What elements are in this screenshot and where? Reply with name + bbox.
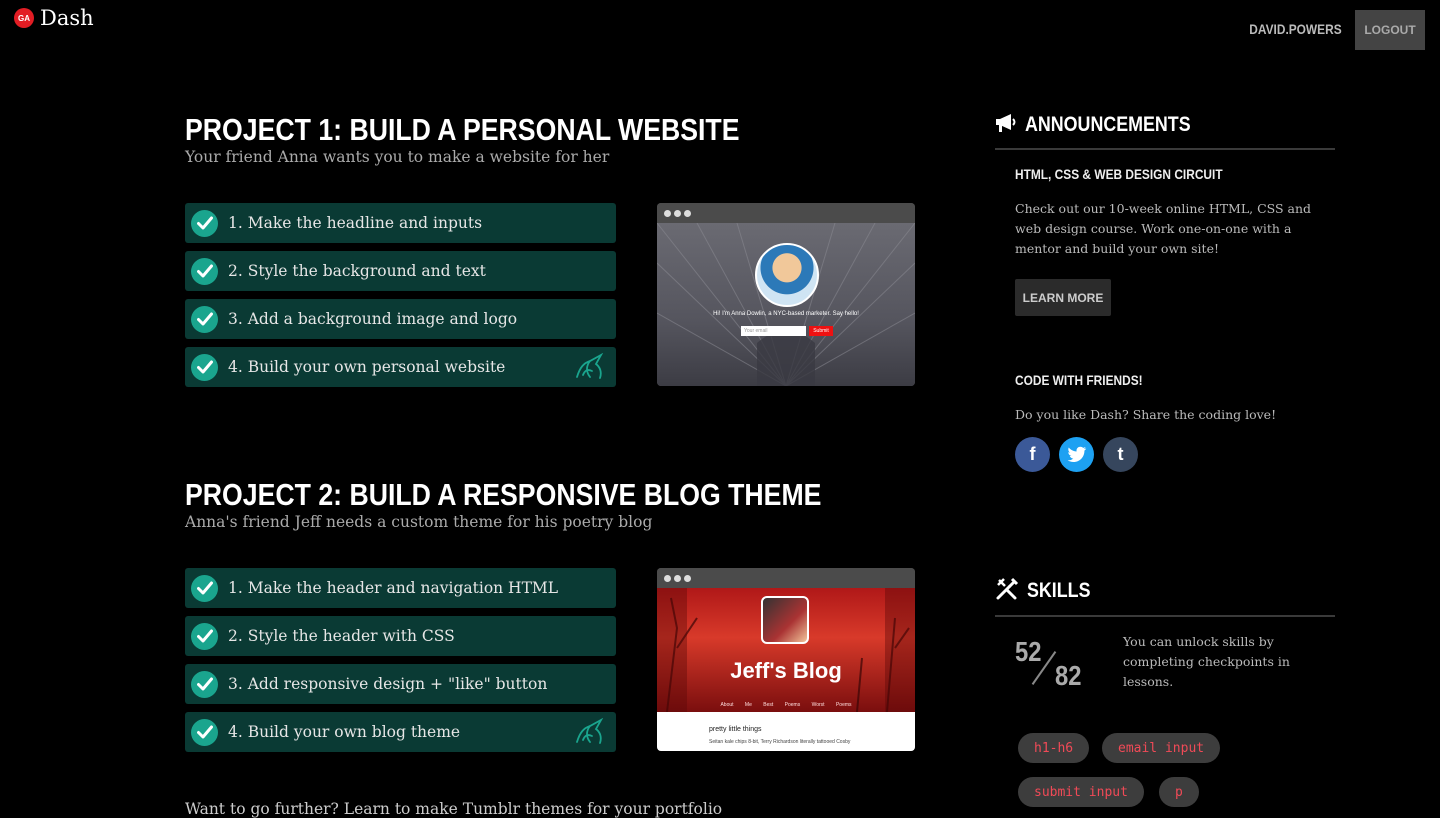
check-icon	[191, 574, 218, 602]
blog-hero: Jeff's Blog About Me Best Poems Worst Po…	[657, 588, 915, 712]
check-icon	[191, 353, 218, 381]
skills-panel: SKILLS 52 82 You can unlock skills by co…	[995, 576, 1335, 813]
step-item[interactable]: 3. Add responsive design + "like" button	[185, 664, 616, 704]
blog-nav-item: Worst Poems	[811, 702, 852, 708]
window-dot-icon	[684, 209, 691, 217]
more-projects-link[interactable]: Want to go further? Learn to make Tumblr…	[185, 800, 722, 818]
step-label: 1. Make the headline and inputs	[228, 214, 483, 232]
preview-form: Your email Submit	[741, 326, 833, 336]
skills-counter: 52 82	[1015, 636, 1105, 696]
tumblr-icon[interactable]: t	[1103, 437, 1138, 472]
unicorn-icon	[574, 717, 606, 750]
blog-avatar	[761, 596, 809, 644]
blog-nav-item: About Me	[720, 702, 752, 708]
logo-text: Dash	[40, 6, 94, 30]
preview-screen: Hi! I'm Anna Dowlin, a NYC-based markete…	[657, 223, 915, 386]
announcements-panel: ANNOUNCEMENTS HTML, CSS & WEB DESIGN CIR…	[995, 110, 1335, 500]
skills-description: You can unlock skills by completing chec…	[1123, 634, 1290, 689]
check-icon	[191, 209, 218, 237]
twitter-icon[interactable]	[1059, 437, 1094, 472]
step-item[interactable]: 1. Make the header and navigation HTML	[185, 568, 616, 608]
skills-title: SKILLS	[1027, 579, 1091, 602]
window-dot-icon	[684, 574, 691, 582]
share-body: Do you like Dash? Share the coding love!	[1015, 407, 1277, 422]
facebook-icon[interactable]: f	[1015, 437, 1050, 472]
preview-tagline: Hi! I'm Anna Dowlin, a NYC-based markete…	[713, 311, 859, 317]
avatar	[755, 243, 819, 307]
skill-tag[interactable]: h1-h6	[1018, 733, 1090, 763]
check-icon	[191, 257, 218, 285]
social-buttons: f t	[1015, 437, 1138, 472]
check-icon	[191, 622, 218, 650]
divider	[995, 148, 1335, 150]
blog-post-title: pretty little things	[709, 726, 762, 733]
skill-tag[interactable]: submit input	[1018, 777, 1144, 807]
username-link[interactable]: DAVID.POWERS	[1250, 21, 1342, 37]
project-subtitle: Anna's friend Jeff needs a custom theme …	[185, 513, 653, 531]
announcement-body: Check out our 10-week online HTML, CSS a…	[1015, 201, 1312, 256]
project-title: PROJECT 1: BUILD A PERSONAL WEBSITE	[185, 112, 740, 147]
skill-tag[interactable]: email input	[1102, 733, 1221, 763]
learn-more-button[interactable]: LEARN MORE	[1015, 279, 1111, 316]
step-item[interactable]: 4. Build your own personal website	[185, 347, 616, 387]
logout-button[interactable]: LOGOUT	[1355, 10, 1425, 50]
blog-title: Jeff's Blog	[730, 658, 842, 683]
logo[interactable]: GA Dash	[14, 6, 94, 30]
preview-email-input: Your email	[741, 326, 806, 336]
preview-screen: Jeff's Blog About Me Best Poems Worst Po…	[657, 588, 915, 751]
project-title: PROJECT 2: BUILD A RESPONSIVE BLOG THEME	[185, 477, 822, 512]
megaphone-icon	[995, 113, 1017, 137]
browser-bar	[657, 203, 915, 223]
project-steps: 1. Make the header and navigation HTML 2…	[185, 568, 616, 760]
project-preview[interactable]: Jeff's Blog About Me Best Poems Worst Po…	[657, 568, 915, 751]
step-item[interactable]: 3. Add a background image and logo	[185, 299, 616, 339]
divider	[995, 615, 1335, 617]
step-item[interactable]: 2. Style the header with CSS	[185, 616, 616, 656]
check-icon	[191, 670, 218, 698]
step-label: 4. Build your own personal website	[228, 358, 506, 376]
announcements-title: ANNOUNCEMENTS	[1025, 113, 1191, 136]
project-preview[interactable]: Hi! I'm Anna Dowlin, a NYC-based markete…	[657, 203, 915, 386]
ga-logo-icon: GA	[14, 8, 34, 28]
window-dot-icon	[674, 574, 681, 582]
step-label: 2. Style the background and text	[228, 262, 486, 280]
project-1: PROJECT 1: BUILD A PERSONAL WEBSITE Your…	[185, 112, 915, 387]
tools-icon	[995, 577, 1019, 605]
skills-completed: 52	[1015, 636, 1042, 667]
blog-nav: About Me Best Poems Worst Poems	[657, 702, 915, 708]
browser-bar	[657, 568, 915, 588]
unicorn-icon	[574, 352, 606, 385]
project-subtitle: Your friend Anna wants you to make a web…	[185, 148, 610, 166]
step-item[interactable]: 1. Make the headline and inputs	[185, 203, 616, 243]
window-dot-icon	[664, 574, 671, 582]
step-label: 1. Make the header and navigation HTML	[228, 579, 559, 597]
skills-total: 82	[1055, 660, 1082, 691]
announcement-title: HTML, CSS & WEB DESIGN CIRCUIT	[1015, 166, 1223, 182]
blog-nav-item: Best Poems	[763, 702, 801, 708]
blog-post-text: Seitan kale chips 8-bit, Terry Richardso…	[709, 739, 851, 745]
step-label: 2. Style the header with CSS	[228, 627, 455, 645]
step-label: 3. Add responsive design + "like" button	[228, 675, 548, 693]
step-label: 3. Add a background image and logo	[228, 310, 518, 328]
skills-header: SKILLS	[995, 576, 1335, 606]
step-item[interactable]: 2. Style the background and text	[185, 251, 616, 291]
check-icon	[191, 718, 218, 746]
announcements-header: ANNOUNCEMENTS	[995, 110, 1335, 140]
project-2: PROJECT 2: BUILD A RESPONSIVE BLOG THEME…	[185, 477, 915, 752]
project-steps: 1. Make the headline and inputs 2. Style…	[185, 203, 616, 395]
check-icon	[191, 305, 218, 333]
window-dot-icon	[674, 209, 681, 217]
step-label: 4. Build your own blog theme	[228, 723, 461, 741]
skill-tag[interactable]: p	[1159, 777, 1199, 807]
share-title: CODE WITH FRIENDS!	[1015, 372, 1143, 388]
step-item[interactable]: 4. Build your own blog theme	[185, 712, 616, 752]
preview-submit-button: Submit	[809, 326, 833, 336]
window-dot-icon	[664, 209, 671, 217]
